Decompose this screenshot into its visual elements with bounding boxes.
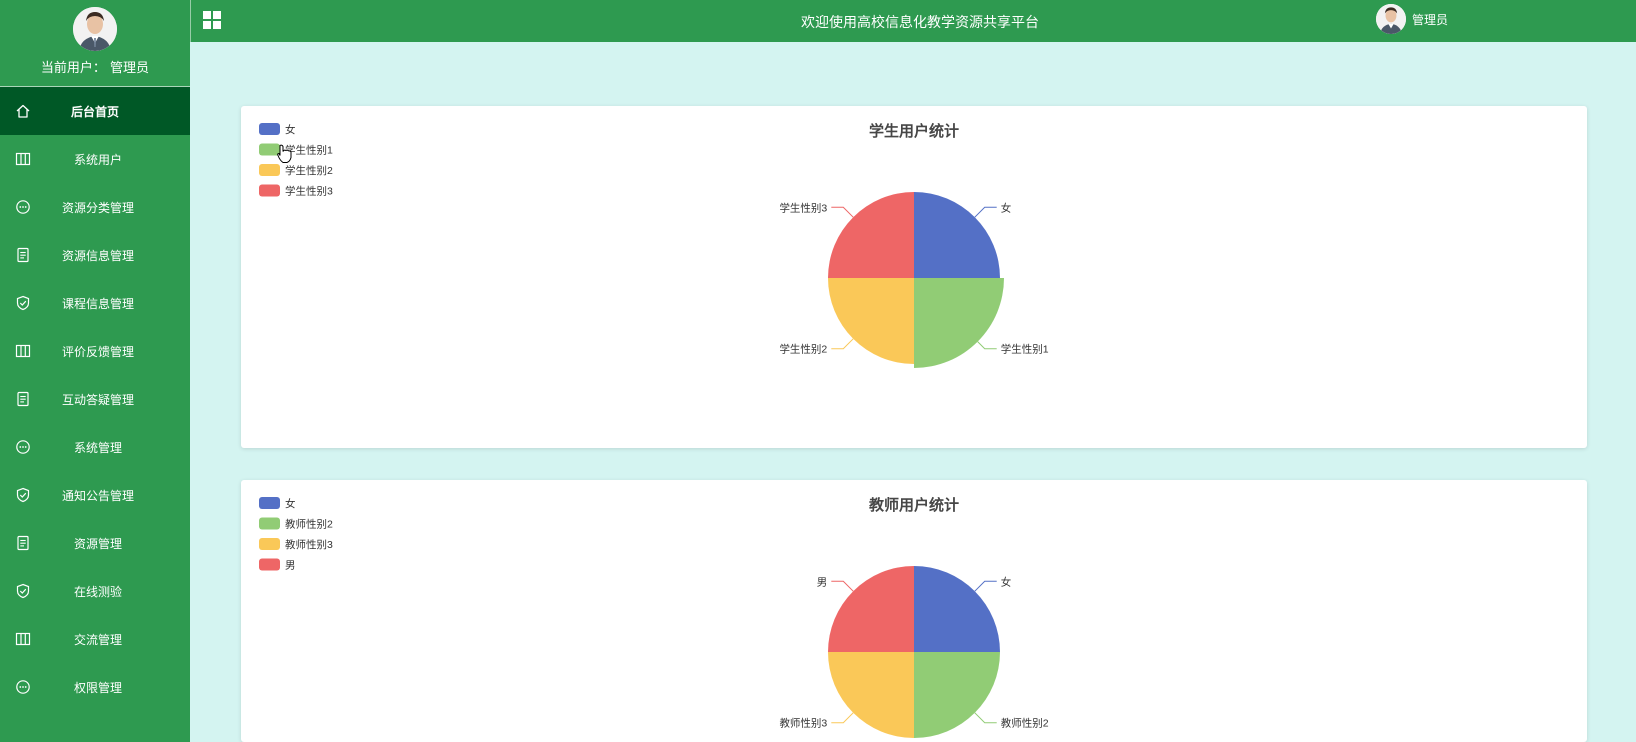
sidebar-item-2[interactable]: 资源分类管理 xyxy=(0,183,190,231)
legend-label[interactable]: 女 xyxy=(285,497,296,510)
chat-icon xyxy=(15,199,31,215)
user-avatar-icon xyxy=(1376,4,1406,34)
sidebar-item-1[interactable]: 系统用户 xyxy=(0,135,190,183)
sidebar-item-0[interactable]: 后台首页 xyxy=(0,87,190,135)
pie-slice[interactable] xyxy=(828,192,914,278)
shield-check-icon xyxy=(15,583,31,599)
label-line xyxy=(831,580,854,592)
pie-slice[interactable] xyxy=(914,652,1000,738)
top-header: 欢迎使用高校信息化教学资源共享平台 管理员 xyxy=(190,0,1636,42)
chart-title: 教师用户统计 xyxy=(868,496,959,514)
slice-label: 女 xyxy=(1001,201,1012,214)
avatar[interactable] xyxy=(73,7,117,51)
pie-slice[interactable] xyxy=(828,278,914,364)
legend-label[interactable]: 教师性别2 xyxy=(285,518,333,531)
sidebar-item-5[interactable]: 评价反馈管理 xyxy=(0,327,190,375)
pie-slice[interactable] xyxy=(914,566,1000,652)
legend-swatch[interactable] xyxy=(259,538,280,550)
sidebar-item-7[interactable]: 系统管理 xyxy=(0,423,190,471)
slice-label: 教师性别2 xyxy=(1001,717,1049,730)
user-avatar-icon xyxy=(73,7,117,51)
grid-menu-icon[interactable] xyxy=(203,11,221,29)
document-icon xyxy=(15,391,31,407)
pie-slice[interactable] xyxy=(914,278,1004,368)
header-user[interactable]: 管理员 xyxy=(1376,4,1448,34)
slice-label: 教师性别3 xyxy=(779,717,827,730)
header-avatar[interactable] xyxy=(1376,4,1406,34)
document-icon xyxy=(15,535,31,551)
slice-label: 学生性别2 xyxy=(779,343,827,356)
legend-swatch[interactable] xyxy=(259,123,280,135)
pie-slice[interactable] xyxy=(914,192,1000,278)
page-title: 欢迎使用高校信息化教学资源共享平台 xyxy=(801,15,1039,31)
legend-label[interactable]: 男 xyxy=(285,560,296,572)
slice-label: 学生性别1 xyxy=(1001,343,1049,356)
shield-check-icon xyxy=(15,295,31,311)
shield-check-icon xyxy=(15,487,31,503)
columns-icon xyxy=(15,151,31,167)
legend-label[interactable]: 教师性别3 xyxy=(285,538,333,551)
legend-swatch[interactable] xyxy=(259,143,280,156)
slice-label: 学生性别3 xyxy=(779,201,827,214)
teacher-pie-chart: 教师用户统计女教师性别2教师性别3男女教师性别2教师性别3男 xyxy=(259,496,1049,738)
sidebar-item-6[interactable]: 互动答疑管理 xyxy=(0,375,190,423)
label-line xyxy=(974,712,997,724)
legend-swatch[interactable] xyxy=(259,164,280,176)
header-user-name: 管理员 xyxy=(1412,12,1449,27)
sidebar-item-4[interactable]: 课程信息管理 xyxy=(0,279,190,327)
chart-title: 学生用户统计 xyxy=(869,122,959,140)
legend-label[interactable]: 学生性别3 xyxy=(285,185,333,198)
sidebar-item-11[interactable]: 交流管理 xyxy=(0,615,190,663)
sidebar-item-8[interactable]: 通知公告管理 xyxy=(0,471,190,519)
sidebar-item-3[interactable]: 资源信息管理 xyxy=(0,231,190,279)
sidebar-menu: 后台首页 系统用户 资源分类管理 资源信息管理 课程信息管理 评价反馈管理 互动答疑管理 系统… xyxy=(0,87,190,711)
label-line xyxy=(831,206,854,218)
student-chart-card: 学生用户统计女学生性别1 学生性别2 学生性别3 女学生性别1 学生性别2 学生性别3 xyxy=(241,106,1587,448)
chat-icon xyxy=(15,439,31,455)
student-pie-chart: 学生用户统计女学生性别1学生性别2学生性别3女学生性别1学生性别2学生性别3 xyxy=(259,122,1049,368)
columns-icon xyxy=(15,343,31,359)
legend-swatch[interactable] xyxy=(259,558,280,571)
legend-swatch[interactable] xyxy=(259,184,280,197)
current-user-label: 当前用户： 管理员 xyxy=(40,61,150,76)
label-line xyxy=(977,341,997,350)
legend-label[interactable]: 女 xyxy=(285,123,296,136)
legend-label[interactable]: 学生性别1 xyxy=(285,144,333,157)
legend-label[interactable]: 学生性别2 xyxy=(285,164,333,177)
legend-swatch[interactable] xyxy=(259,517,280,530)
label-line xyxy=(831,712,854,724)
teacher-chart-card: 教师用户统计女教师性别2 教师性别3 男女教师性别2 教师性别3 男 xyxy=(241,480,1587,742)
pie-slice[interactable] xyxy=(828,566,914,652)
chat-icon xyxy=(15,679,31,695)
sidebar-item-12[interactable]: 权限管理 xyxy=(0,663,190,711)
document-icon xyxy=(15,247,31,263)
home-icon xyxy=(15,103,31,119)
label-line xyxy=(974,580,997,592)
label-line xyxy=(974,206,997,218)
columns-icon xyxy=(15,631,31,647)
sidebar-item-10[interactable]: 在线测验 xyxy=(0,567,190,615)
sidebar-user-block: 当前用户： 管理员 xyxy=(0,7,190,87)
sidebar-item-9[interactable]: 资源管理 xyxy=(0,519,190,567)
slice-label: 男 xyxy=(817,576,828,588)
pie-slice[interactable] xyxy=(828,652,914,738)
sidebar: 当前用户： 管理员 后台首页 系统用户 资源分类管理 资源信息管理 课程信息管理 评价反馈… xyxy=(0,0,190,742)
label-line xyxy=(831,338,854,350)
slice-label: 女 xyxy=(1001,575,1012,588)
legend-swatch[interactable] xyxy=(259,497,280,509)
